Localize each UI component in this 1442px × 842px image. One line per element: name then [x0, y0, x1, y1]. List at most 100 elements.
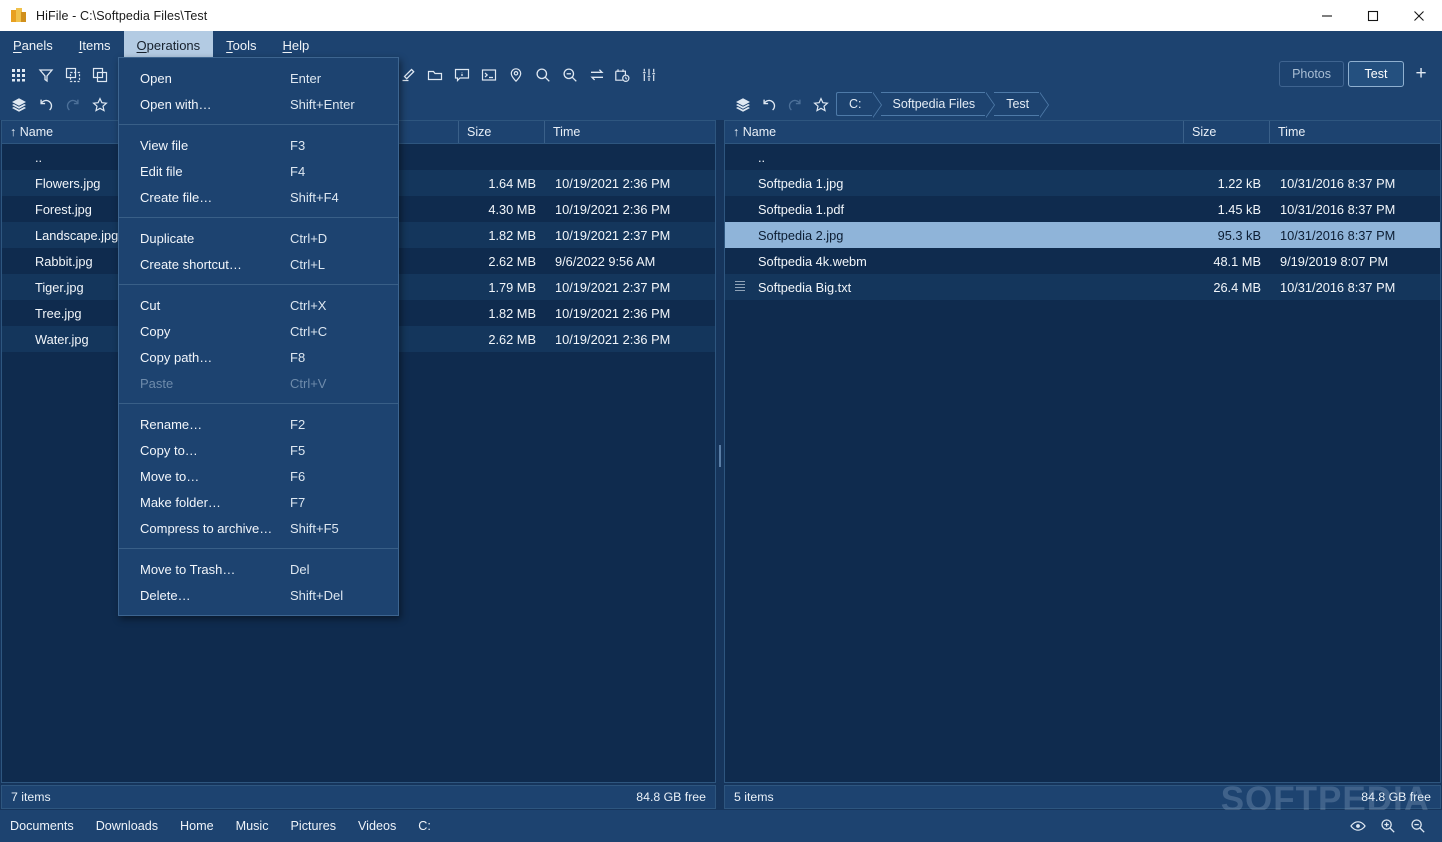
shortcut-pictures[interactable]: Pictures [291, 819, 337, 833]
tab-test[interactable]: Test [1348, 61, 1404, 87]
file-name: Water.jpg [35, 331, 89, 347]
redo-icon-right[interactable] [781, 91, 808, 118]
menu-items[interactable]: Items [66, 31, 124, 59]
table-row[interactable]: Softpedia Big.txt 26.4 MB 10/31/2016 8:3… [725, 274, 1440, 300]
menu-item-accelerator: Ctrl+L [290, 256, 326, 272]
image-icon [10, 304, 26, 322]
status-right-free: 84.8 GB free [1361, 790, 1431, 804]
table-row[interactable]: Softpedia 1.pdf 1.45 kB 10/31/2016 8:37 … [725, 196, 1440, 222]
copy-panel-icon[interactable] [86, 61, 113, 88]
history-calendar-icon[interactable] [608, 61, 635, 88]
menu-item-label: Open with… [140, 96, 212, 112]
tab-photos[interactable]: Photos [1279, 61, 1344, 87]
menu-item-label: Open [140, 70, 172, 86]
column-size-right[interactable]: Size [1184, 121, 1270, 143]
menu-item-edit-file[interactable]: Edit file F4 [119, 158, 398, 184]
column-time-left[interactable]: Time [545, 121, 715, 143]
folder-open-icon[interactable] [421, 61, 448, 88]
select-region-icon[interactable] [59, 61, 86, 88]
shortcut-documents[interactable]: Documents [10, 819, 74, 833]
star-icon-right[interactable] [807, 91, 834, 118]
menu-item-view-file[interactable]: View file F3 [119, 132, 398, 158]
menu-item-paste: Paste Ctrl+V [119, 370, 398, 396]
menu-item-compress-to-archive[interactable]: Compress to archive… Shift+F5 [119, 515, 398, 541]
menu-item-label: Make folder… [140, 494, 221, 510]
grid-view-icon[interactable] [5, 61, 32, 88]
file-time: 9/6/2022 9:56 AM [555, 253, 656, 269]
menu-item-copy-to[interactable]: Copy to… F5 [119, 437, 398, 463]
shortcut-drive-c[interactable]: C: [418, 819, 431, 833]
zoom-in-icon[interactable] [1376, 814, 1400, 838]
settings-sliders-icon[interactable] [635, 61, 662, 88]
menu-item-make-folder[interactable]: Make folder… F7 [119, 489, 398, 515]
menu-item-rename[interactable]: Rename… F2 [119, 411, 398, 437]
menu-item-accelerator: F8 [290, 349, 306, 365]
star-icon-left[interactable] [86, 91, 113, 118]
info-bubble-icon[interactable] [448, 61, 475, 88]
menu-operations[interactable]: Operations [123, 31, 214, 59]
undo-icon-right[interactable] [755, 91, 782, 118]
file-name: Tiger.jpg [35, 279, 84, 295]
panel-splitter[interactable] [716, 120, 724, 783]
file-size: 1.82 MB [488, 305, 536, 321]
menu-help[interactable]: Help [270, 31, 323, 59]
menu-item-open-with[interactable]: Open with… Shift+Enter [119, 91, 398, 117]
terminal-icon[interactable] [475, 61, 502, 88]
table-row[interactable]: .. [725, 144, 1440, 170]
menu-item-duplicate[interactable]: Duplicate Ctrl+D [119, 225, 398, 251]
minimize-button[interactable] [1304, 0, 1350, 31]
image-icon [10, 226, 26, 244]
undo-icon-left[interactable] [32, 91, 59, 118]
zoom-in-search-icon[interactable] [529, 61, 556, 88]
close-button[interactable] [1396, 0, 1442, 31]
filter-icon[interactable] [32, 61, 59, 88]
menu-item-open[interactable]: Open Enter [119, 65, 398, 91]
redo-icon-left[interactable] [59, 91, 86, 118]
table-row[interactable]: Softpedia 1.jpg 1.22 kB 10/31/2016 8:37 … [725, 170, 1440, 196]
layers-icon-right[interactable] [729, 91, 756, 118]
menu-item-delete[interactable]: Delete… Shift+Del [119, 582, 398, 608]
zoom-out-icon[interactable] [1406, 814, 1430, 838]
table-row[interactable]: Softpedia 4k.webm 48.1 MB 9/19/2019 8:07… [725, 248, 1440, 274]
layers-icon-left[interactable] [5, 91, 32, 118]
shortcut-music[interactable]: Music [236, 819, 269, 833]
menu-item-move-to[interactable]: Move to… F6 [119, 463, 398, 489]
menu-item-create-shortcut[interactable]: Create shortcut… Ctrl+L [119, 251, 398, 277]
column-name-right[interactable]: ↑ Name [725, 121, 1184, 143]
menu-item-label: Move to… [140, 468, 200, 484]
menu-item-move-to-trash[interactable]: Move to Trash… Del [119, 556, 398, 582]
maximize-button[interactable] [1350, 0, 1396, 31]
shortcut-home[interactable]: Home [180, 819, 214, 833]
zoom-out-search-icon[interactable] [556, 61, 583, 88]
eye-preview-icon[interactable] [1346, 814, 1370, 838]
menu-item-accelerator: Ctrl+V [290, 375, 327, 391]
breadcrumb-right: C: Softpedia Files Test [836, 92, 1050, 118]
menu-item-accelerator: Ctrl+D [290, 230, 328, 246]
menu-item-label: Create shortcut… [140, 256, 242, 272]
menu-item-label: Copy to… [140, 442, 198, 458]
menu-item-copy[interactable]: Copy Ctrl+C [119, 318, 398, 344]
menu-item-label: Create file… [140, 189, 213, 205]
menu-tools[interactable]: Tools [213, 31, 269, 59]
menu-panels[interactable]: Panels [0, 31, 66, 59]
breadcrumb-drive-c[interactable]: C: [836, 92, 881, 118]
folder-icon [733, 148, 749, 166]
table-row[interactable]: Softpedia 2.jpg 95.3 kB 10/31/2016 8:37 … [725, 222, 1440, 248]
breadcrumb-softpedia-files[interactable]: Softpedia Files [880, 92, 995, 118]
shortcut-videos[interactable]: Videos [358, 819, 396, 833]
file-time: 10/19/2021 2:36 PM [555, 331, 671, 347]
breadcrumb-test[interactable]: Test [994, 92, 1050, 118]
add-tab-button[interactable]: + [1410, 62, 1432, 86]
column-size-left[interactable]: Size [459, 121, 545, 143]
menu-item-copy-path[interactable]: Copy path… F8 [119, 344, 398, 370]
menu-item-create-file[interactable]: Create file… Shift+F4 [119, 184, 398, 210]
file-name: Softpedia Big.txt [758, 279, 852, 295]
sync-swap-icon[interactable] [583, 61, 610, 88]
location-pin-icon[interactable] [502, 61, 529, 88]
menu-item-label: Rename… [140, 416, 203, 432]
menu-item-label: Cut [140, 297, 161, 313]
file-time: 9/19/2019 8:07 PM [1280, 253, 1389, 269]
column-time-right[interactable]: Time [1270, 121, 1440, 143]
menu-item-cut[interactable]: Cut Ctrl+X [119, 292, 398, 318]
shortcut-downloads[interactable]: Downloads [96, 819, 158, 833]
